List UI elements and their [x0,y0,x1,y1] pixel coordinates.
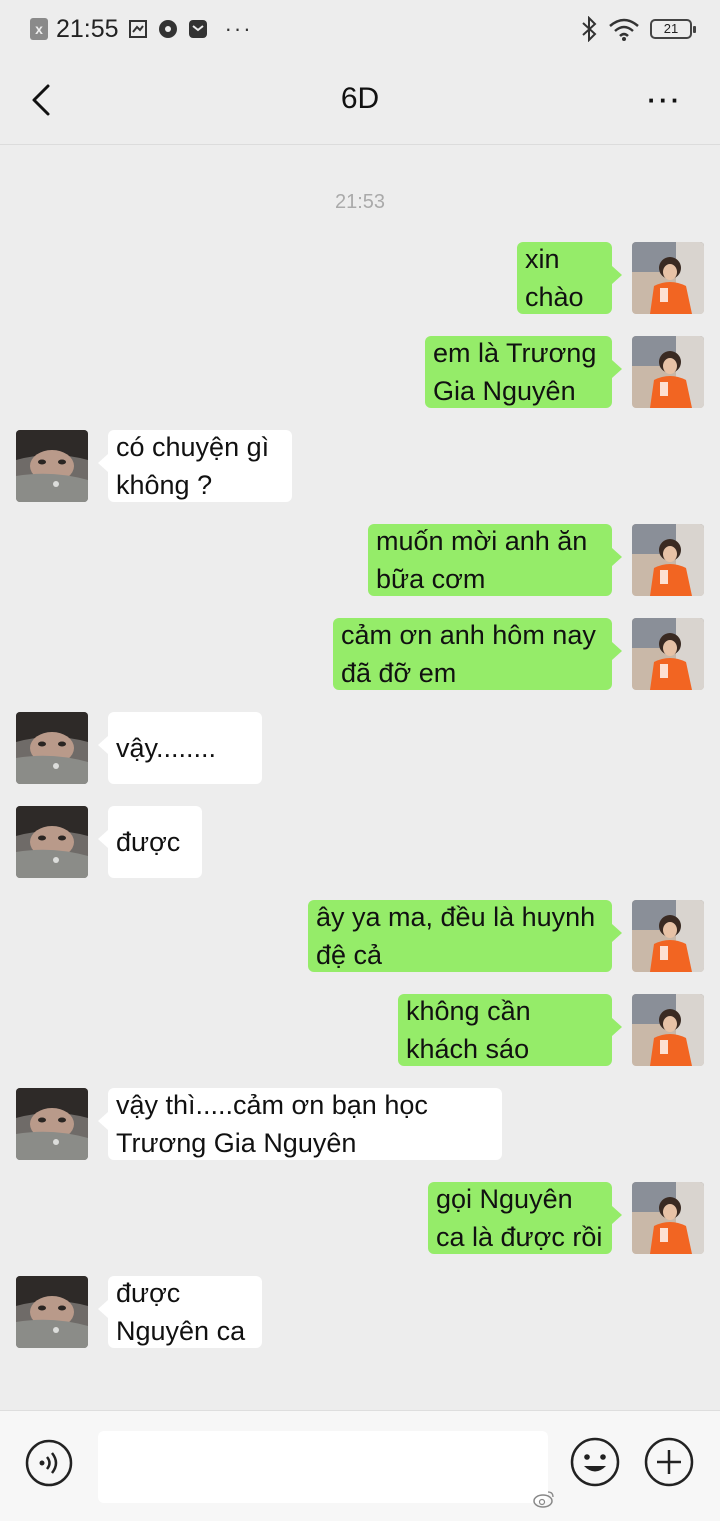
status-bar: x 21:55 ··· 21 [0,0,720,58]
status-bar-right: 21 [580,14,696,44]
my-avatar[interactable] [632,1182,704,1254]
my-avatar[interactable] [632,994,704,1066]
contact-avatar[interactable] [16,1276,88,1348]
message-notification-icon [188,20,207,38]
status-bar-left: x 21:55 ··· [30,14,253,44]
screenshot-icon [128,20,147,38]
my-avatar[interactable] [632,618,704,690]
chat-header: 6D ··· [0,58,720,145]
message-bubble[interactable]: muốn mời anh ăn bữa cơm [368,524,622,596]
message-bubble[interactable]: gọi Nguyên ca là được rồi [428,1182,622,1254]
message-bubble[interactable]: được [98,806,202,878]
message-text: xin chào [525,244,584,312]
message-bubble[interactable]: có chuyện gì không ? [98,430,292,502]
message-timestamp: 21:53 [334,191,386,213]
my-avatar[interactable] [632,524,704,596]
weibo-watermark-icon [533,1491,554,1508]
input-bar [0,1410,720,1521]
message-text: có chuyện gì không ? [116,432,270,500]
message-text: vậy........ [116,733,217,763]
message-bubble[interactable]: vậy........ [98,712,262,784]
voice-input-button[interactable] [24,1438,74,1488]
message-bubble[interactable]: được Nguyên ca [98,1276,262,1348]
contact-avatar[interactable] [16,430,88,502]
message-text: vậy thì.....cảm ơn bạn học Trương Gia Ng… [116,1090,428,1158]
app-notification-icon [158,20,177,38]
message-bubble[interactable]: xin chào [517,242,622,314]
message-text: được [116,827,181,857]
message-text: gọi Nguyên ca là được rồi [436,1184,603,1252]
message-text: ây ya ma, đều là huynh đệ cả [316,902,596,970]
more-options-button[interactable]: ··· [640,82,690,118]
chat-title: 6D [340,82,380,115]
notification-close-icon: x [30,18,48,40]
contact-avatar[interactable] [16,712,88,784]
message-input[interactable] [98,1431,548,1503]
message-bubble[interactable]: cảm ơn anh hôm nay đã đỡ em [333,618,622,690]
add-attachment-button[interactable] [642,1435,696,1489]
message-text: cảm ơn anh hôm nay đã đỡ em [341,620,596,688]
battery-icon: 21 [650,19,696,39]
wifi-icon [609,18,639,41]
message-text: em là Trương Gia Nguyên [433,338,597,406]
message-bubble[interactable]: vậy thì.....cảm ơn bạn học Trương Gia Ng… [98,1088,502,1160]
contact-avatar[interactable] [16,806,88,878]
message-text: được Nguyên ca [116,1278,246,1346]
status-more: ··· [224,16,253,41]
message-bubble[interactable]: ây ya ma, đều là huynh đệ cả [308,900,622,972]
emoji-button[interactable] [568,1435,622,1489]
message-text: không cần khách sáo [406,996,531,1064]
bluetooth-icon [582,16,597,42]
message-text: muốn mời anh ăn bữa cơm [376,526,588,594]
chat-area[interactable]: 21:53 xin chào em là Trương Gia Nguyên có … [0,145,720,1410]
my-avatar[interactable] [632,336,704,408]
contact-avatar[interactable] [16,1088,88,1160]
my-avatar[interactable] [632,242,704,314]
my-avatar[interactable] [632,900,704,972]
message-bubble[interactable]: không cần khách sáo [398,994,622,1066]
message-bubble[interactable]: em là Trương Gia Nguyên [425,336,622,408]
status-time: 21:55 [56,14,119,43]
